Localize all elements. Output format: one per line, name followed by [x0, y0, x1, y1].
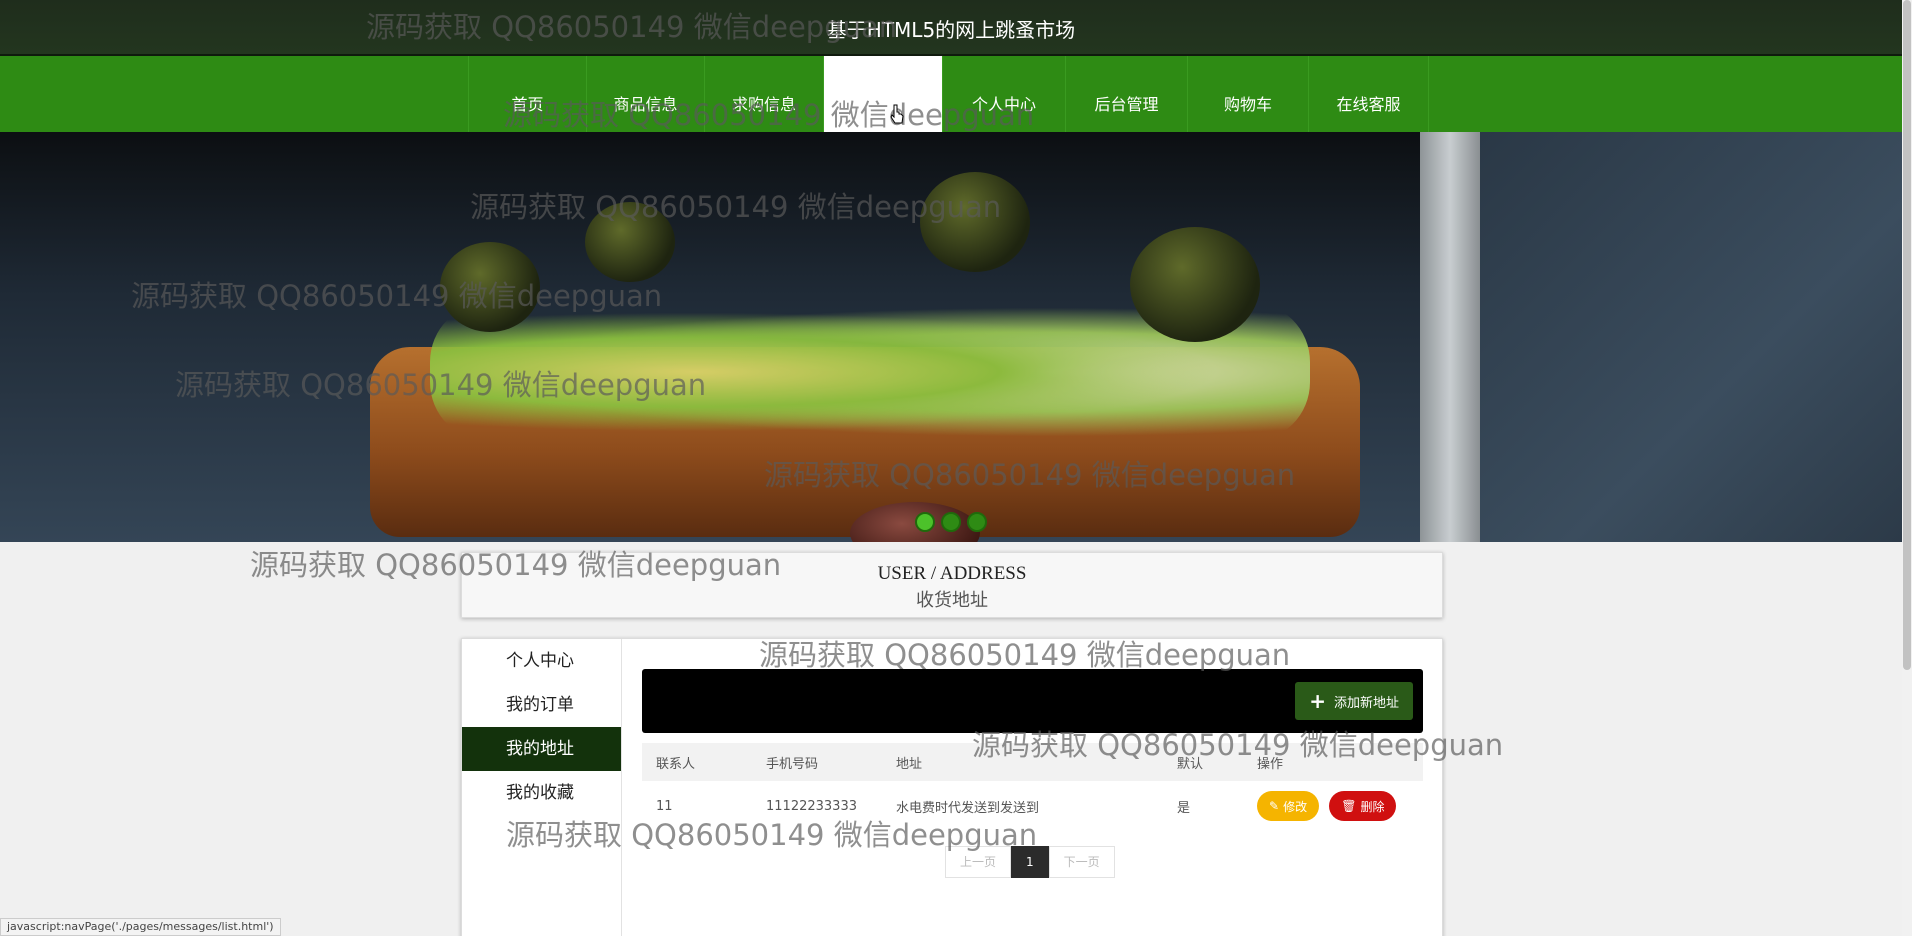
sidebar-item-personal-center[interactable]: 个人中心	[462, 639, 621, 683]
cell-actions: ✎ 修改 🗑 删除	[1243, 781, 1423, 831]
column-header-address: 地址	[882, 743, 1163, 781]
nav-item-admin[interactable]: 后台管理	[1065, 56, 1187, 132]
sidebar-item-my-address[interactable]: 我的地址	[462, 727, 621, 771]
delete-label: 删除	[1360, 799, 1385, 814]
nav-item-personal-center[interactable]: 个人中心	[942, 56, 1065, 132]
banner-carousel	[0, 132, 1902, 542]
cell-contact: 11	[656, 798, 673, 814]
pencil-icon: ✎	[1269, 799, 1280, 813]
trash-icon: 🗑	[1341, 799, 1357, 813]
site-title: 基于HTML5的网上跳蚤市场	[826, 18, 1076, 42]
add-address-label: 添加新地址	[1333, 695, 1399, 711]
page: 基于HTML5的网上跳蚤市场 首页 商品信息 求购信息 个人中心 后台管理 购物…	[0, 0, 1912, 936]
edit-address-button[interactable]: ✎ 修改	[1257, 791, 1320, 821]
banner-caviar	[920, 172, 1030, 272]
scrollbar-thumb[interactable]	[1903, 0, 1911, 670]
carousel-dots	[915, 512, 987, 532]
banner-caviar	[440, 242, 540, 332]
nav-item-cart[interactable]: 购物车	[1187, 56, 1308, 132]
banner-caviar	[1130, 227, 1260, 342]
address-header-card: USER / ADDRESS 收货地址	[461, 552, 1443, 618]
table-header-row: 联系人 手机号码 地址 默认 操作	[642, 743, 1423, 781]
user-center-panel: 个人中心 我的订单 我的地址 我的收藏 + 添加新地址 联系人 手机号码 地址 …	[461, 638, 1443, 936]
edit-label: 修改	[1283, 799, 1308, 814]
nav-item-wanted[interactable]: 求购信息	[704, 56, 823, 132]
banner-caviar	[585, 202, 675, 282]
nav-item-products[interactable]: 商品信息	[586, 56, 704, 132]
top-title-bar: 基于HTML5的网上跳蚤市场	[0, 0, 1902, 56]
main-nav-bar: 首页 商品信息 求购信息 个人中心 后台管理 购物车 在线客服	[0, 56, 1902, 132]
column-header-default: 默认	[1163, 743, 1243, 781]
address-table: 联系人 手机号码 地址 默认 操作 11 11122233333 水电费时代发送…	[642, 743, 1423, 831]
address-toolbar: + 添加新地址	[642, 669, 1423, 733]
nav-item-hovered[interactable]	[823, 56, 942, 132]
add-address-button[interactable]: + 添加新地址	[1295, 682, 1413, 720]
page-number-current[interactable]: 1	[1011, 846, 1049, 878]
nav-item-customer-service[interactable]: 在线客服	[1308, 56, 1429, 132]
column-header-phone: 手机号码	[752, 743, 882, 781]
banner-background-right	[1480, 132, 1902, 542]
nav-item-home[interactable]: 首页	[468, 56, 586, 132]
next-page-button[interactable]: 下一页	[1048, 846, 1115, 878]
user-sidebar: 个人中心 我的订单 我的地址 我的收藏	[462, 639, 622, 936]
column-header-contact: 联系人	[642, 743, 752, 781]
pagination: 上一页 1 下一页	[945, 846, 1115, 878]
sidebar-item-my-orders[interactable]: 我的订单	[462, 683, 621, 727]
sidebar-item-my-favorites[interactable]: 我的收藏	[462, 771, 621, 815]
browser-status-bar: javascript:navPage('./pages/messages/lis…	[0, 918, 281, 936]
cell-default: 是	[1177, 800, 1191, 816]
banner-board-edge	[1420, 132, 1480, 542]
delete-address-button[interactable]: 🗑 删除	[1329, 791, 1397, 821]
carousel-dot[interactable]	[915, 512, 935, 532]
mouse-pointer-icon	[890, 104, 904, 124]
address-header-en: USER / ADDRESS	[877, 563, 1027, 584]
address-header-cn: 收货地址	[916, 590, 988, 610]
carousel-dot[interactable]	[941, 512, 961, 532]
main-nav: 首页 商品信息 求购信息 个人中心 后台管理 购物车 在线客服	[468, 56, 1429, 132]
column-header-actions: 操作	[1243, 743, 1423, 781]
address-main: + 添加新地址 联系人 手机号码 地址 默认 操作 11 11122233333…	[642, 669, 1423, 831]
table-row: 11 11122233333 水电费时代发送到发送到 是 ✎ 修改 🗑 删除	[642, 781, 1423, 831]
page-scrollbar[interactable]	[1902, 0, 1912, 936]
carousel-dot[interactable]	[967, 512, 987, 532]
plus-icon: +	[1309, 689, 1326, 713]
cell-address: 水电费时代发送到发送到	[896, 800, 1040, 816]
cell-phone: 11122233333	[766, 798, 857, 814]
prev-page-button[interactable]: 上一页	[945, 846, 1012, 878]
